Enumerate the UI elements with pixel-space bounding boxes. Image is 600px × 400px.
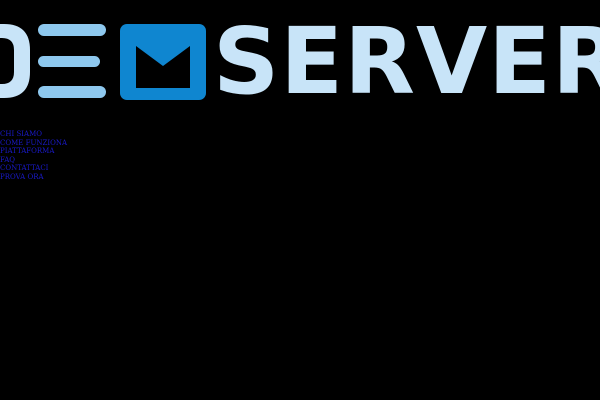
logo-letter-d (0, 24, 30, 98)
nav-item-prova-ora: PROVA ORA (0, 171, 67, 181)
page: SERVER CHI SIAMO COME FUNZIONA PIATTAFOR… (0, 0, 600, 400)
nav-item-contattaci: CONTATTACI (0, 162, 67, 172)
envelope-icon (120, 24, 206, 100)
nav-link-prova-ora[interactable]: PROVA ORA (0, 173, 44, 181)
logo-stripe-top (38, 24, 106, 36)
nav-item-chi-siamo: CHI SIAMO (0, 128, 67, 138)
nav-item-come-funziona: COME FUNZIONA (0, 137, 67, 147)
site-logo[interactable]: SERVER (0, 0, 600, 120)
main-nav: CHI SIAMO COME FUNZIONA PIATTAFORMA FAQ … (0, 128, 67, 181)
logo-stripe-bottom (38, 86, 106, 98)
logo-stripe-middle (38, 56, 100, 67)
logo-wordmark: SERVER (213, 8, 600, 115)
